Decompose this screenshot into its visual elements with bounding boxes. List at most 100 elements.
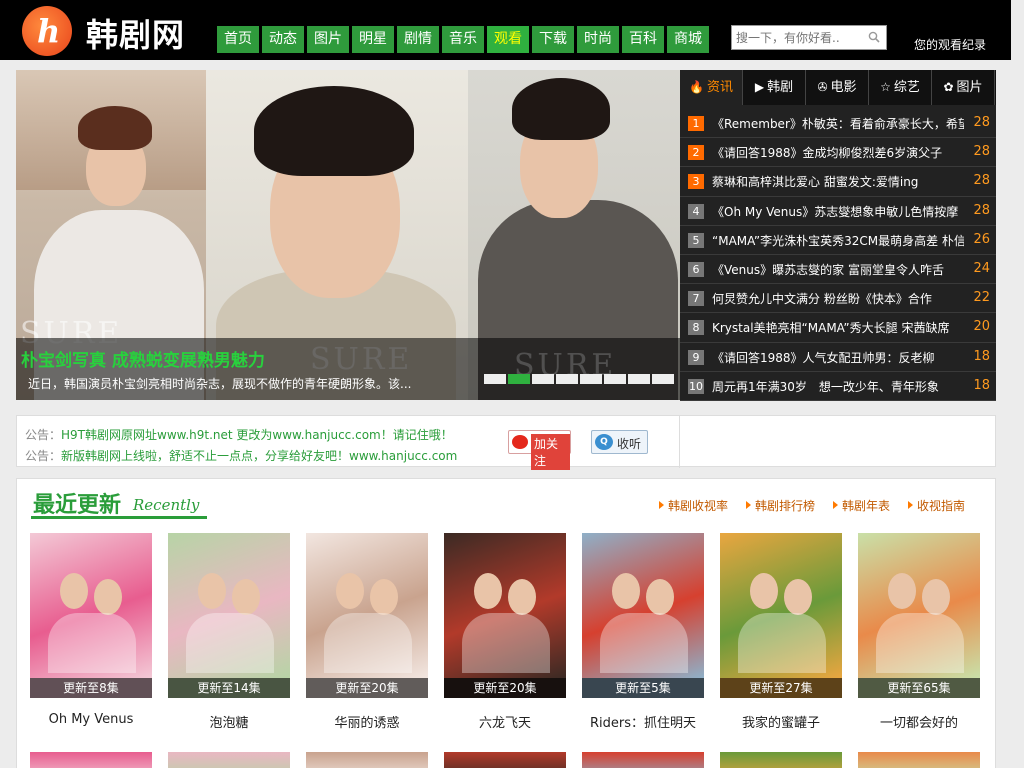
- nav-item-3[interactable]: 明星: [352, 26, 394, 53]
- ranking-row[interactable]: 3 蔡琳和高梓淇比爱心 甜蜜发文:爱情ing 28: [680, 167, 996, 197]
- recent-link-0[interactable]: 韩剧收视率: [658, 497, 728, 514]
- rank-title-link[interactable]: 《请回答1988》人气女配丑帅男：反老柳: [712, 349, 964, 366]
- ranking-tab-1[interactable]: ▶ 韩剧: [743, 70, 806, 105]
- poster-title[interactable]: 我家的蜜罐子: [720, 712, 842, 731]
- rank-title-link[interactable]: 周元再1年满30岁 想一改少年、青年形象: [712, 378, 964, 395]
- nav-item-6[interactable]: 观看: [487, 26, 529, 53]
- notice-text-2[interactable]: 新版韩剧网上线啦，舒适不止一点点，分享给好友吧！www.hanjucc.com: [61, 449, 457, 463]
- poster-image-row2[interactable]: [444, 752, 566, 768]
- poster-artwork: [720, 533, 842, 678]
- rank-title-link[interactable]: 何炅赞允儿中文满分 粉丝盼《快本》合作: [712, 290, 964, 307]
- poster-image[interactable]: 更新至20集: [444, 533, 566, 698]
- poster-title[interactable]: 华丽的诱惑: [306, 712, 428, 731]
- mickey-icon: ✿: [943, 80, 954, 94]
- notice-line-2: 公告：新版韩剧网上线啦，舒适不止一点点，分享给好友吧！www.hanjucc.c…: [25, 447, 457, 464]
- poster-episode-badge: 更新至27集: [720, 678, 842, 698]
- site-name[interactable]: 韩剧网: [86, 10, 185, 56]
- rank-title-link[interactable]: 《Oh My Venus》苏志燮想象申敏儿色情按摩: [712, 203, 964, 220]
- nav-item-4[interactable]: 剧情: [397, 26, 439, 53]
- ranking-tab-2[interactable]: ✇ 电影: [806, 70, 869, 105]
- weibo-follow-button[interactable]: 加关注: [508, 430, 571, 470]
- nav-item-7[interactable]: 下载: [532, 26, 574, 53]
- ranking-row[interactable]: 2 《请回答1988》金成均柳俊烈差6岁演父子 28: [680, 138, 996, 168]
- poster-title[interactable]: Oh My Venus: [30, 712, 152, 727]
- ranking-tab-4[interactable]: ✿ 图片: [932, 70, 995, 105]
- poster-image[interactable]: 更新至5集: [582, 533, 704, 698]
- nav-item-10[interactable]: 商城: [667, 26, 709, 53]
- nav-item-0[interactable]: 首页: [217, 26, 259, 53]
- watch-history-link[interactable]: 您的观看纪录: [914, 36, 986, 53]
- poster-artwork: [306, 533, 428, 678]
- poster-card[interactable]: 更新至14集泡泡糖: [168, 533, 290, 731]
- slide-dot[interactable]: [580, 374, 602, 384]
- search-box: [731, 25, 887, 50]
- slide-dot[interactable]: [604, 374, 626, 384]
- nav-item-1[interactable]: 动态: [262, 26, 304, 53]
- slide-dot[interactable]: [508, 374, 530, 384]
- rank-title-link[interactable]: 蔡琳和高梓淇比爱心 甜蜜发文:爱情ing: [712, 173, 964, 190]
- search-icon[interactable]: [868, 31, 880, 43]
- poster-card[interactable]: 更新至5集 Riders：抓住明天: [582, 533, 704, 731]
- listen-button[interactable]: Q 收听: [591, 430, 648, 454]
- hero-title[interactable]: 朴宝剑写真 成熟蜕变展熟男魅力: [21, 346, 265, 371]
- search-input[interactable]: [736, 29, 861, 47]
- rank-title-link[interactable]: 《请回答1988》金成均柳俊烈差6岁演父子: [712, 144, 964, 161]
- hero-slider[interactable]: SURE SURE SURE 朴宝剑写真 成熟蜕变展熟男魅力 近日，韩国演员朴宝…: [16, 70, 680, 400]
- nav-item-8[interactable]: 时尚: [577, 26, 619, 53]
- poster-image-row2[interactable]: [720, 752, 842, 768]
- poster-card[interactable]: 更新至65集一切都会好的: [858, 533, 980, 731]
- nav-item-9[interactable]: 百科: [622, 26, 664, 53]
- ranking-row[interactable]: 9 《请回答1988》人气女配丑帅男：反老柳 18: [680, 343, 996, 372]
- ranking-tab-3[interactable]: ☆ 综艺: [869, 70, 932, 105]
- ranking-row[interactable]: 8 Krystal美艳亮相“MAMA”秀大长腿 宋茜缺席 20: [680, 313, 996, 343]
- recent-link-2[interactable]: 韩剧年表: [832, 497, 890, 514]
- fire-icon: 🔥: [689, 80, 704, 94]
- poster-image-row2[interactable]: [168, 752, 290, 768]
- recent-link-3[interactable]: 收视指南: [907, 497, 965, 514]
- rank-number: 7: [688, 291, 704, 307]
- rank-title-link[interactable]: 《Remember》朴敏英：看着俞承豪长大，希望: [712, 115, 964, 132]
- slide-dot[interactable]: [652, 374, 674, 384]
- slide-dot[interactable]: [628, 374, 650, 384]
- rank-title-link[interactable]: 《Venus》曝苏志燮的家 富丽堂皇令人咋舌: [712, 261, 964, 278]
- recent-link-1[interactable]: 韩剧排行榜: [745, 497, 815, 514]
- rank-title-link[interactable]: Krystal美艳亮相“MAMA”秀大长腿 宋茜缺席: [712, 319, 964, 336]
- slide-dot[interactable]: [556, 374, 578, 384]
- poster-image[interactable]: 更新至14集: [168, 533, 290, 698]
- poster-image-row2[interactable]: [30, 752, 152, 768]
- poster-image-row2[interactable]: [306, 752, 428, 768]
- rank-number: 6: [688, 261, 704, 277]
- nav-item-2[interactable]: 图片: [307, 26, 349, 53]
- slide-dot[interactable]: [484, 374, 506, 384]
- poster-image[interactable]: 更新至27集: [720, 533, 842, 698]
- poster-title[interactable]: Riders：抓住明天: [582, 712, 704, 731]
- ranking-row[interactable]: 10 周元再1年满30岁 想一改少年、青年形象 18: [680, 372, 996, 401]
- poster-title[interactable]: 一切都会好的: [858, 712, 980, 731]
- poster-card[interactable]: 更新至27集 我家的蜜罐子: [720, 533, 842, 731]
- ranking-row[interactable]: 7 何炅赞允儿中文满分 粉丝盼《快本》合作 22: [680, 284, 996, 314]
- ranking-row[interactable]: 5 “MAMA”李光洙朴宝英秀32CM最萌身高差 朴信 26: [680, 226, 996, 255]
- poster-image[interactable]: 更新至20集: [306, 533, 428, 698]
- poster-title[interactable]: 六龙飞天: [444, 712, 566, 731]
- poster-image-row2[interactable]: [582, 752, 704, 768]
- rank-number: 3: [688, 174, 704, 190]
- title-underline: [31, 516, 207, 519]
- nav-item-5[interactable]: 音乐: [442, 26, 484, 53]
- slide-dot[interactable]: [532, 374, 554, 384]
- notice-text-1[interactable]: H9T韩剧网原网址www.h9t.net 更改为www.hanjucc.com！…: [61, 428, 453, 442]
- site-logo-icon[interactable]: h: [22, 6, 72, 56]
- poster-image-row2[interactable]: [858, 752, 980, 768]
- poster-image[interactable]: 更新至8集: [30, 533, 152, 698]
- ranking-tab-0[interactable]: 🔥 资讯: [680, 70, 743, 105]
- poster-card[interactable]: 更新至8集 Oh My Venus: [30, 533, 152, 731]
- weibo-icon: [512, 435, 528, 449]
- poster-card[interactable]: 更新至20集华丽的诱惑: [306, 533, 428, 731]
- ranking-row[interactable]: 1 《Remember》朴敏英：看着俞承豪长大，希望 28: [680, 109, 996, 139]
- poster-card[interactable]: 更新至20集六龙飞天: [444, 533, 566, 731]
- ranking-tabs: 🔥 资讯 ▶ 韩剧 ✇ 电影 ☆ 综艺 ✿ 图片: [680, 70, 996, 105]
- ranking-row[interactable]: 6 《Venus》曝苏志燮的家 富丽堂皇令人咋舌 24: [680, 255, 996, 285]
- poster-image[interactable]: 更新至65集: [858, 533, 980, 698]
- ranking-row[interactable]: 4 《Oh My Venus》苏志燮想象申敏儿色情按摩 28: [680, 197, 996, 226]
- poster-title[interactable]: 泡泡糖: [168, 712, 290, 731]
- rank-title-link[interactable]: “MAMA”李光洙朴宝英秀32CM最萌身高差 朴信: [712, 232, 964, 249]
